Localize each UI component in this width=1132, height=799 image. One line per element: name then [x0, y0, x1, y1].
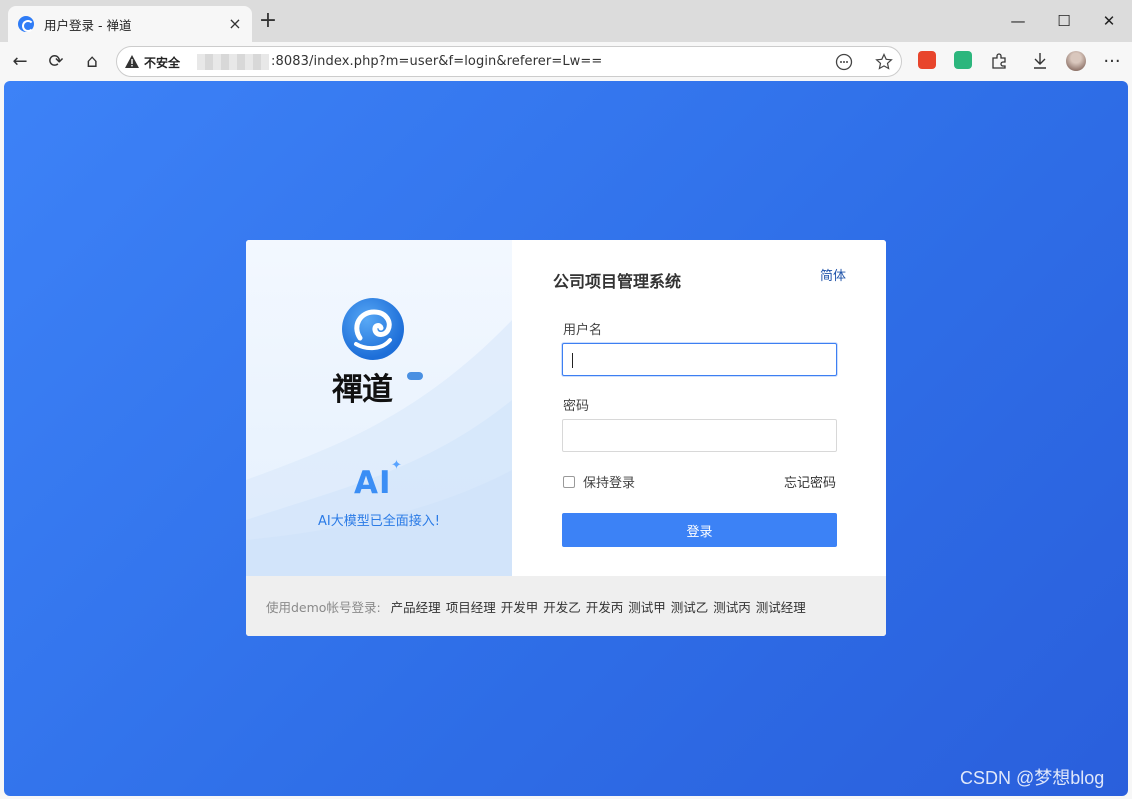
username-label: 用户名: [563, 323, 603, 338]
browser-tab[interactable]: 用户登录 - 禅道 ×: [8, 6, 252, 42]
ai-logo: AI: [354, 465, 392, 501]
ai-slogan: AI大模型已全面接入!: [318, 514, 440, 529]
tab-title: 用户登录 - 禅道: [44, 17, 132, 33]
login-page-background: 禪道 AI ✦ AI大模型已全面接入! 公司项目管理系统 简体 用户名 密码 保…: [4, 81, 1128, 796]
reload-button[interactable]: ⟳: [42, 47, 70, 75]
downloads-icon[interactable]: [1026, 47, 1054, 75]
favorite-star-icon[interactable]: [873, 51, 895, 73]
csdn-watermark: CSDN @梦想blog: [960, 768, 1105, 788]
back-button[interactable]: ←: [6, 47, 34, 75]
demo-account-link[interactable]: 项目经理: [446, 597, 496, 616]
new-tab-button[interactable]: +: [256, 10, 280, 34]
demo-account-link[interactable]: 开发甲: [501, 597, 539, 616]
sparkle-icon: ✦: [391, 458, 402, 473]
redacted-host: [197, 54, 269, 70]
extension-green-icon[interactable]: [954, 51, 972, 69]
window-minimize-button[interactable]: —: [995, 0, 1041, 42]
branding-panel: 禪道 AI ✦ AI大模型已全面接入!: [246, 240, 512, 576]
extensions-puzzle-icon[interactable]: [985, 47, 1013, 75]
forgot-password-link[interactable]: 忘记密码: [784, 472, 836, 491]
demo-account-link[interactable]: 开发乙: [543, 597, 581, 616]
more-menu-button[interactable]: ···: [1098, 47, 1126, 75]
demo-account-link[interactable]: 测试甲: [628, 597, 666, 616]
demo-account-link[interactable]: 开发丙: [586, 597, 624, 616]
password-input[interactable]: [562, 419, 837, 452]
window-close-button[interactable]: ✕: [1086, 0, 1132, 42]
remember-checkbox[interactable]: [563, 475, 575, 488]
tab-close-icon[interactable]: ×: [226, 15, 244, 33]
home-button[interactable]: ⌂: [78, 47, 106, 75]
demo-accounts-bar: 使用demo帐号登录: 产品经理 项目经理 开发甲 开发乙 开发丙 测试甲 测试…: [246, 576, 886, 636]
login-button[interactable]: 登录: [562, 513, 837, 547]
remember-login[interactable]: 保持登录: [563, 472, 635, 491]
system-title: 公司项目管理系统: [553, 272, 682, 291]
text-caret: [572, 353, 573, 368]
zentao-logo-icon: [342, 298, 404, 360]
address-bar[interactable]: 不安全 :8083/index.php?m=user&f=login&refer…: [116, 46, 902, 77]
profile-avatar[interactable]: [1062, 47, 1090, 75]
demo-account-link[interactable]: 测试丙: [713, 597, 751, 616]
login-card: 禪道 AI ✦ AI大模型已全面接入! 公司项目管理系统 简体 用户名 密码 保…: [246, 240, 886, 636]
url-text[interactable]: :8083/index.php?m=user&f=login&referer=L…: [271, 54, 602, 69]
window-maximize-button[interactable]: ☐: [1041, 0, 1087, 42]
username-input[interactable]: [562, 343, 837, 376]
language-switch[interactable]: 简体: [820, 265, 846, 284]
demo-account-link[interactable]: 测试经理: [756, 597, 806, 616]
extension-json-icon[interactable]: [918, 51, 936, 69]
demo-account-link[interactable]: 测试乙: [671, 597, 709, 616]
demo-label: 使用demo帐号登录:: [266, 599, 381, 615]
password-label: 密码: [563, 399, 590, 414]
warning-icon: [125, 55, 139, 68]
login-form: 公司项目管理系统 简体 用户名 密码 保持登录 忘记密码 登录: [512, 240, 886, 576]
logo-badge: [407, 372, 423, 380]
browser-tab-bar: 用户登录 - 禅道 × + — ☐ ✕: [0, 0, 1132, 42]
zentao-favicon-icon: [18, 16, 34, 32]
browser-toolbar: ← ⟳ ⌂ 不安全 :8083/index.php?m=user&f=login…: [0, 42, 1132, 80]
security-indicator[interactable]: 不安全: [144, 54, 180, 71]
reader-icon[interactable]: [833, 51, 855, 73]
zentao-logo-text: 禪道: [332, 372, 393, 408]
remember-label[interactable]: 保持登录: [583, 472, 635, 491]
demo-account-link[interactable]: 产品经理: [391, 597, 441, 616]
